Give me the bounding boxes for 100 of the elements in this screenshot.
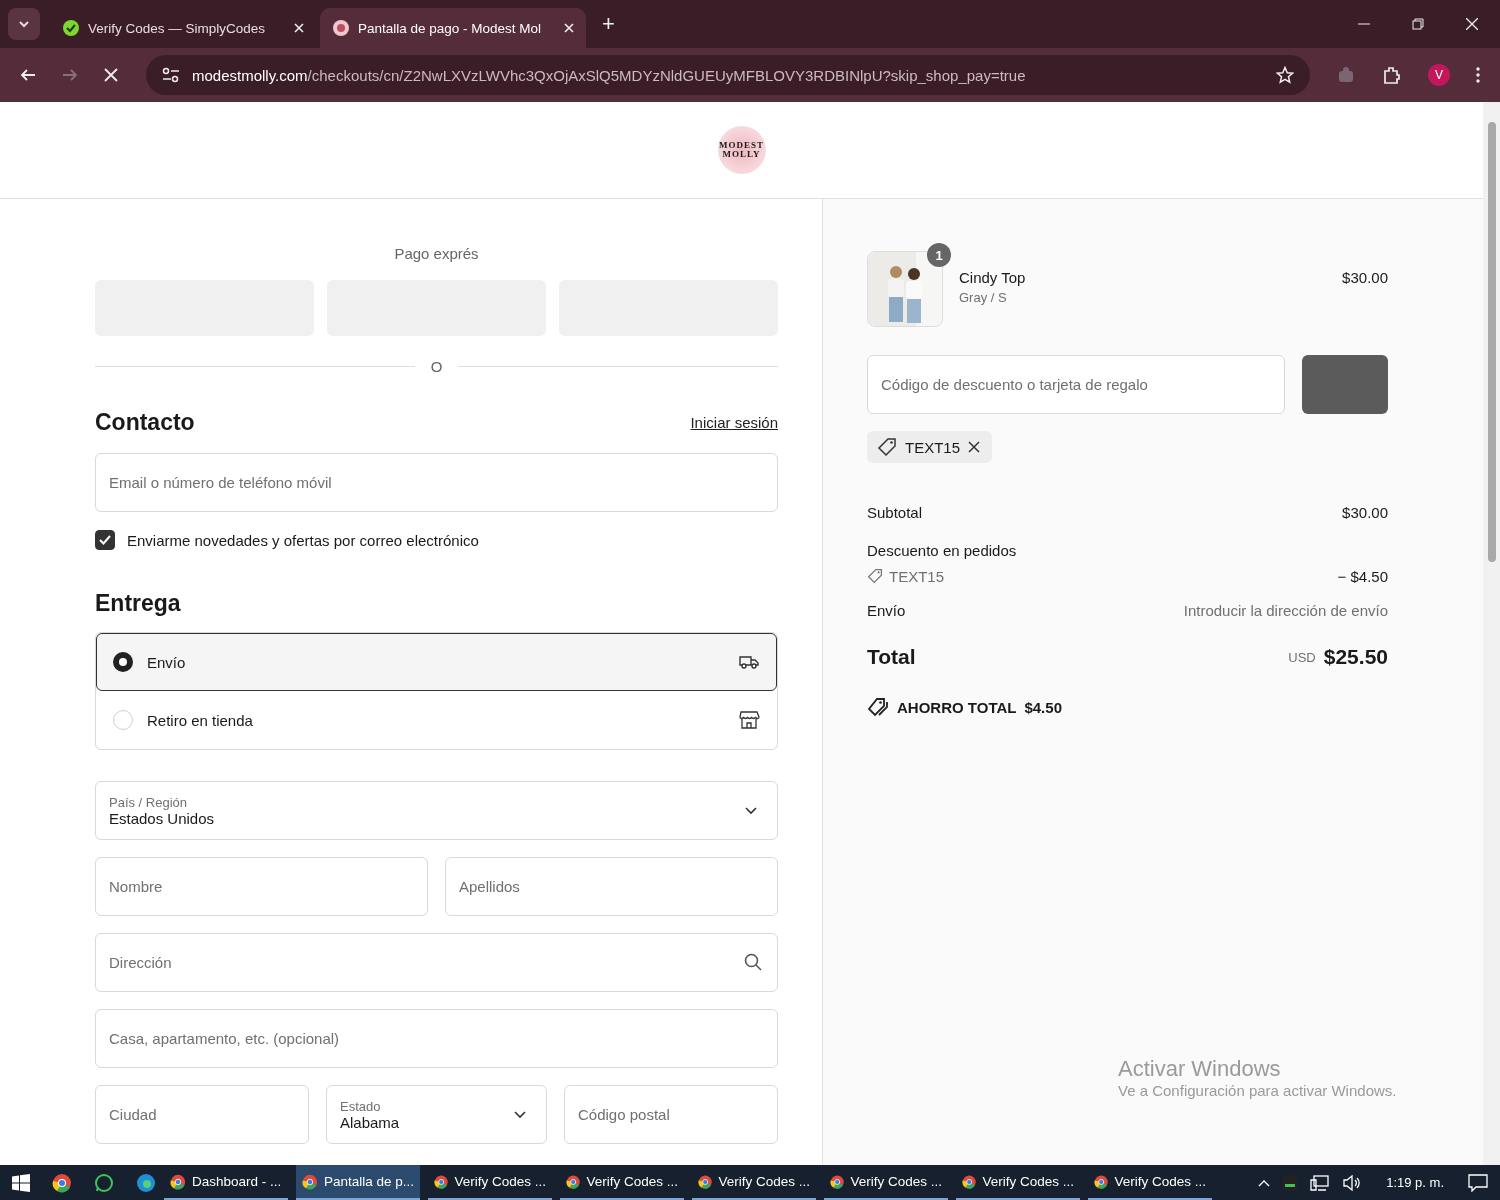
chrome-icon — [830, 1173, 845, 1190]
close-icon[interactable] — [968, 441, 981, 453]
tag-icon — [877, 437, 897, 457]
summary-value: − $4.50 — [1337, 567, 1388, 585]
radio-icon — [113, 652, 133, 672]
activation-title: Activar Windows — [1118, 1056, 1282, 1082]
check-logo-icon — [62, 19, 80, 37]
product-name: Cindy Top — [959, 269, 1027, 286]
site-settings-icon[interactable] — [162, 67, 180, 83]
truck-icon — [738, 653, 760, 671]
browser-tab[interactable]: Verify Codes — SimplyCodes — [50, 8, 316, 48]
app-tray-icon[interactable] — [1282, 1173, 1299, 1192]
check-icon — [98, 534, 112, 546]
activation-text: Ve a Configuración para activar Windows. — [1118, 1082, 1397, 1099]
quantity-badge: 1 — [927, 243, 951, 267]
login-link[interactable]: Iniciar sesión — [690, 414, 778, 431]
email-field[interactable]: Email o número de teléfono móvil — [95, 453, 778, 512]
chevron-down-icon — [18, 20, 30, 28]
discount-field[interactable]: Código de descuento o tarjeta de regalo — [867, 355, 1285, 414]
menu-icon[interactable] — [1476, 67, 1480, 83]
product-price: $30.00 — [1342, 268, 1388, 286]
summary-value: $30.00 — [1342, 503, 1388, 521]
notification-icon[interactable] — [1468, 1173, 1488, 1192]
taskbar-app[interactable]: Verify Codes ... — [1088, 1165, 1212, 1200]
logo-text: MODEST — [719, 141, 764, 150]
section-heading: Entrega — [95, 590, 182, 617]
store-icon — [738, 710, 760, 730]
logo-text: MOLLY — [722, 150, 761, 159]
chevron-down-icon — [514, 1110, 526, 1119]
volume-icon[interactable] — [1342, 1174, 1363, 1191]
divider-text: O — [430, 358, 443, 375]
windows-start-icon[interactable] — [12, 1173, 30, 1192]
input-field[interactable]: Ciudad — [95, 1085, 309, 1144]
tab-title: Verify Codes — SimplyCodes — [88, 20, 267, 36]
total-amount: $25.50 — [1323, 645, 1388, 669]
chevron-up-icon[interactable] — [1258, 1178, 1271, 1187]
back-icon[interactable] — [20, 67, 36, 83]
section-heading: Contacto — [95, 409, 195, 436]
taskbar-app[interactable]: Pantalla de p... — [296, 1165, 420, 1200]
tab-search-button[interactable] — [8, 8, 40, 40]
taskbar-app[interactable]: Dashboard - ... — [164, 1165, 288, 1200]
puzzle-icon[interactable] — [1382, 65, 1402, 85]
savings-amount: $4.50 — [1024, 698, 1062, 716]
tag-icon — [867, 568, 883, 584]
select-field[interactable]: País / Región Estados Unidos — [95, 781, 778, 840]
chrome-icon — [1094, 1173, 1109, 1190]
logo[interactable]: MODEST MOLLY — [717, 126, 766, 174]
stop-icon[interactable] — [104, 68, 118, 82]
checkbox-label: Enviarme novedades y ofertas por correo electrónico — [127, 531, 479, 549]
summary-label: Envío — [867, 601, 906, 619]
delivery-option[interactable]: Retiro en tienda — [96, 691, 777, 749]
browser-tab[interactable]: Pantalla de pago - Modest Mol — [320, 8, 586, 48]
input-field[interactable]: Casa, apartamento, etc. (opcional) — [95, 1009, 778, 1068]
chrome-icon[interactable] — [52, 1172, 72, 1193]
search-icon — [744, 953, 762, 971]
restore-icon[interactable] — [1412, 18, 1424, 30]
taskbar-app[interactable]: Verify Codes ... — [692, 1165, 816, 1200]
summary-value: Introducir la dirección de envío — [1183, 601, 1388, 619]
savings-label: AHORRO TOTAL — [897, 698, 1017, 716]
radio-icon — [113, 710, 133, 730]
address-bar[interactable]: modestmolly.com/checkouts/cn/Z2NwLXVzLWVhc3QxOjAxSlQ5MDYzNldGUEUyMFBLOVY3RDBINlpU?skip_shop_pay=true — [146, 55, 1310, 95]
clock[interactable]: 1:19 p. m. — [1386, 1175, 1444, 1190]
input-field[interactable]: Nombre — [95, 857, 428, 916]
chevron-down-icon — [745, 806, 757, 815]
chrome-icon — [302, 1173, 318, 1190]
star-icon[interactable] — [1276, 66, 1294, 84]
taskbar-app[interactable]: Verify Codes ... — [824, 1165, 948, 1200]
network-icon[interactable] — [1310, 1174, 1331, 1191]
taskbar-app[interactable]: Verify Codes ... — [956, 1165, 1080, 1200]
chrome-icon — [566, 1173, 581, 1190]
profile-avatar[interactable]: V — [1428, 64, 1450, 86]
checkbox[interactable] — [95, 530, 115, 550]
chrome-icon — [170, 1173, 186, 1190]
delivery-option[interactable]: Envío — [96, 633, 777, 691]
browser-icon[interactable] — [136, 1172, 156, 1193]
input-field[interactable]: Apellidos — [445, 857, 778, 916]
taskbar-app[interactable]: Verify Codes ... — [428, 1165, 552, 1200]
new-tab-button[interactable]: + — [596, 10, 621, 38]
taskbar-app[interactable]: Verify Codes ... — [560, 1165, 684, 1200]
discount-code: TEXT15 — [905, 438, 961, 456]
scrollbar[interactable] — [1483, 102, 1500, 1165]
section-title: Pago exprés — [393, 245, 480, 262]
input-field[interactable]: Código postal — [564, 1085, 778, 1144]
select-field[interactable]: Estado Alabama — [326, 1085, 547, 1144]
chrome-icon — [962, 1173, 977, 1190]
currency-code: USD — [1288, 649, 1316, 665]
summary-label: Descuento en pedidos — [867, 541, 1017, 559]
chrome-icon — [698, 1173, 713, 1190]
forward-icon[interactable] — [62, 67, 78, 83]
chat-icon[interactable] — [94, 1172, 114, 1193]
total-label: Total — [867, 645, 916, 669]
url-text: modestmolly.com/checkouts/cn/Z2NwLXVzLWVhc3QxOjAxSlQ5MDYzNldGUEUyMFBLOVY3RDBINlpU?skip_shop_pay=true — [192, 66, 1027, 84]
tab-title: Pantalla de pago - Modest Mol — [358, 20, 543, 36]
product-variant: Gray / S — [959, 290, 1008, 305]
address-field[interactable]: Dirección — [95, 933, 778, 992]
tags-icon — [867, 697, 889, 717]
summary-label: Subtotal — [867, 503, 923, 521]
chrome-icon — [434, 1173, 449, 1190]
flower-logo-icon — [332, 19, 350, 37]
discount-code: TEXT15 — [889, 567, 945, 585]
